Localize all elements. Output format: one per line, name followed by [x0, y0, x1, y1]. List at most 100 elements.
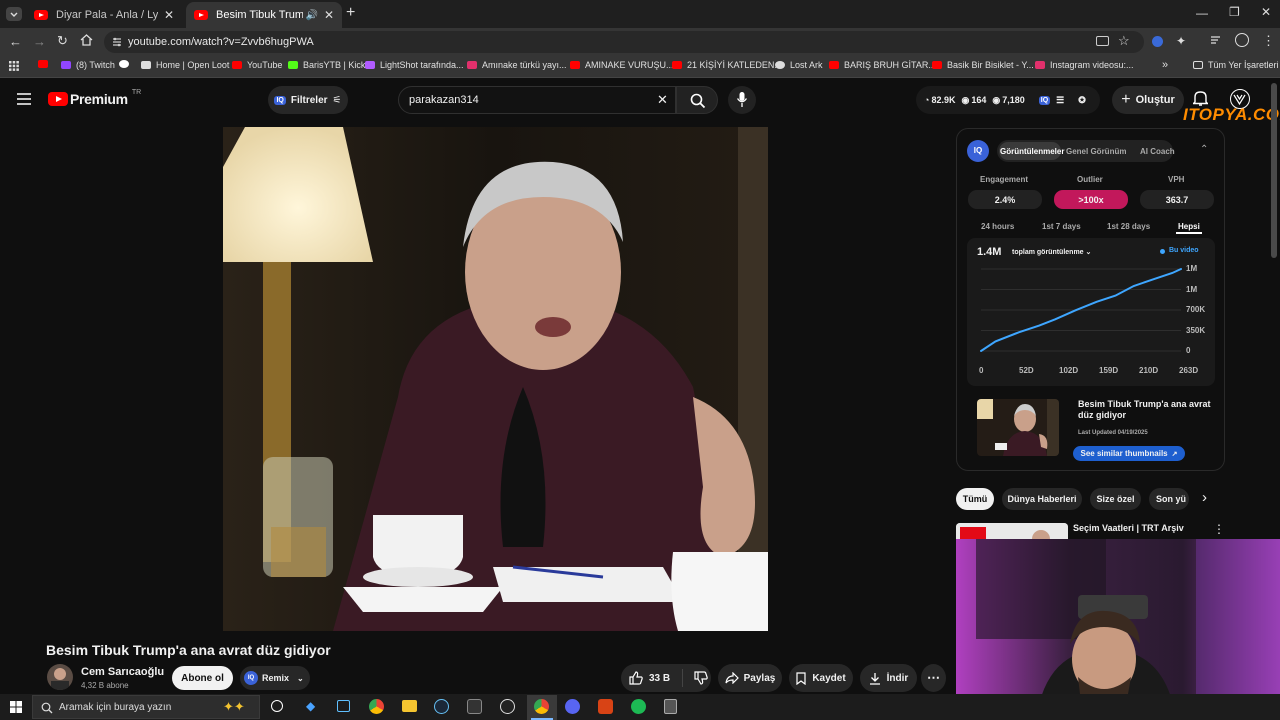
taskbar-spotify-icon[interactable] — [631, 699, 646, 714]
close-tab-icon[interactable]: ✕ — [324, 8, 334, 22]
tab-search-button[interactable] — [6, 7, 22, 21]
metric-select[interactable]: toplam görüntülenme ⌄ — [1012, 248, 1091, 256]
bookmark-star-icon[interactable]: ☆ — [1118, 33, 1130, 49]
download-icon — [869, 672, 880, 685]
chips-next-arrow-icon[interactable]: › — [1202, 489, 1207, 506]
range-all[interactable]: Hepsi — [1178, 222, 1200, 231]
taskbar-app-icon[interactable] — [467, 699, 482, 714]
reload-icon[interactable]: ↻ — [57, 33, 68, 49]
back-icon[interactable]: ← — [9, 34, 22, 49]
chip-world-news[interactable]: Dünya Haberleri — [1002, 488, 1082, 510]
tab-overview[interactable]: Genel Görünüm — [1066, 147, 1126, 156]
youtube-premium-logo[interactable]: Premium TR — [48, 88, 142, 107]
remix-button[interactable]: IQ Remix ⌄ — [240, 666, 310, 690]
recommendation-menu-icon[interactable]: ⋮ — [1213, 522, 1225, 536]
share-button[interactable]: Paylaş — [718, 664, 782, 692]
cortana-icon[interactable] — [271, 700, 283, 712]
iq-icon[interactable]: IQ — [1038, 95, 1051, 105]
video-thumbnail[interactable] — [977, 399, 1059, 456]
bookmark-item[interactable]: Instagram videosu:... — [1035, 60, 1134, 70]
bookmark-item[interactable]: (8) Twitch — [61, 60, 115, 70]
search-input[interactable]: parakazan314 ✕ — [398, 86, 676, 114]
bookmark-item[interactable] — [38, 60, 53, 68]
range-28d[interactable]: 1st 28 days — [1107, 222, 1150, 231]
new-tab-button[interactable]: + — [346, 4, 355, 22]
chip-all[interactable]: Tümü — [956, 488, 994, 510]
taskbar-chrome-active[interactable] — [527, 695, 557, 720]
close-window-button[interactable]: ✕ — [1261, 5, 1271, 19]
dislike-button[interactable] — [694, 671, 708, 685]
taskbar-search-box[interactable]: Aramak için buraya yazın ✦✦ — [32, 695, 260, 719]
collapse-chevron-icon[interactable]: ⌃ — [1200, 144, 1208, 155]
tab-2[interactable]: Besim Tibuk Trump'a ana av 🔊 ✕ — [186, 2, 342, 28]
bookmark-item[interactable]: Home | Open Loot — [141, 60, 229, 70]
apps-grid-icon[interactable] — [9, 61, 19, 71]
save-button[interactable]: Kaydet — [789, 664, 853, 692]
close-tab-icon[interactable]: ✕ — [164, 8, 174, 22]
bookmark-item[interactable]: AMINAKE VURUŞU... — [570, 60, 674, 70]
extension-icon[interactable] — [1152, 36, 1163, 47]
like-button[interactable]: 33 B — [629, 671, 670, 685]
filters-button[interactable]: IQ Filtreler ⚟ — [268, 86, 348, 114]
site-info-icon[interactable] — [111, 36, 123, 48]
legend-label: Bu video — [1169, 247, 1199, 254]
page-scrollbar[interactable] — [1271, 83, 1277, 258]
x-tick-label: 0 — [979, 366, 984, 375]
home-icon[interactable] — [80, 34, 93, 46]
list-icon[interactable]: ☰ — [1056, 95, 1064, 106]
taskbar-app-store-icon[interactable] — [337, 700, 350, 712]
bookmark-item[interactable]: BarisYTB | Kick — [288, 60, 365, 70]
see-similar-thumbnails-button[interactable]: See similar thumbnails ↗ — [1073, 446, 1185, 461]
download-button[interactable]: İndir — [860, 664, 917, 692]
badge-icon[interactable]: ✪ — [1078, 95, 1086, 106]
bookmark-item[interactable]: 21 KİŞİYİ KATLEDEN... — [672, 60, 782, 70]
video-player[interactable] — [223, 127, 768, 631]
hamburger-menu-icon[interactable] — [17, 93, 31, 105]
media-controls-icon[interactable] — [1210, 34, 1223, 46]
taskbar-chrome-icon[interactable] — [369, 699, 384, 714]
minimize-button[interactable]: — — [1196, 6, 1208, 20]
bookmark-item[interactable]: YouTube — [232, 60, 282, 70]
y-tick-label: 1M — [1186, 284, 1198, 294]
taskbar-discord-icon[interactable] — [565, 699, 580, 714]
channel-name[interactable]: Cem Sarıcaoğlu — [81, 666, 164, 678]
bookmark-item[interactable]: LightShot tarafında... — [365, 60, 464, 70]
chip-for-you[interactable]: Size özel — [1090, 488, 1141, 510]
tab-ai-coach[interactable]: AI Coach — [1140, 147, 1175, 156]
profile-avatar[interactable] — [1235, 33, 1249, 47]
more-actions-button[interactable]: ⋯ — [921, 664, 946, 692]
subscribe-button[interactable]: Abone ol — [172, 666, 233, 690]
range-7d[interactable]: 1st 7 days — [1042, 222, 1081, 231]
taskbar-app-vpn-icon[interactable]: ◆ — [306, 699, 315, 713]
all-bookmarks-folder[interactable]: Tüm Yer İşaretleri — [1193, 60, 1279, 70]
forward-icon[interactable]: → — [33, 34, 46, 49]
cast-icon[interactable] — [1096, 36, 1109, 46]
country-code: TR — [131, 88, 142, 96]
taskbar-steam-icon[interactable] — [434, 699, 449, 714]
windows-start-icon[interactable] — [10, 701, 22, 713]
taskbar-app-icon[interactable] — [500, 699, 515, 714]
bookmark-item[interactable]: BARIŞ BRUH GİTAR... — [829, 60, 936, 70]
bookmark-item[interactable] — [119, 60, 134, 68]
clear-search-icon[interactable]: ✕ — [657, 92, 668, 108]
voice-search-button[interactable] — [728, 86, 756, 114]
create-button[interactable]: + Oluştur — [1112, 86, 1184, 114]
taskbar-calculator-icon[interactable] — [664, 699, 677, 714]
tab-1[interactable]: Diyar Pala - Anla / Lyrics - Sözle ✕ — [26, 2, 182, 28]
taskbar-explorer-icon[interactable] — [402, 700, 417, 712]
range-24h[interactable]: 24 hours — [981, 222, 1014, 231]
maximize-button[interactable]: ❐ — [1229, 5, 1240, 19]
extensions-puzzle-icon[interactable]: ✦ — [1176, 34, 1186, 48]
chip-recent[interactable]: Son yü — [1149, 488, 1189, 510]
bookmark-item[interactable]: Amınake türkü yayı... — [467, 60, 567, 70]
audio-icon[interactable]: 🔊 — [305, 10, 317, 21]
browser-menu-icon[interactable]: ⋮ — [1262, 33, 1275, 49]
more-bookmarks-icon[interactable]: » — [1162, 59, 1168, 71]
taskbar-app-icon[interactable] — [598, 699, 613, 714]
recommendation-title[interactable]: Seçim Vaatleri | TRT Arşiv — [1073, 523, 1184, 533]
tab-views[interactable]: Görüntülenmeler — [1000, 147, 1064, 156]
channel-avatar[interactable] — [47, 664, 73, 690]
bookmark-item[interactable]: Lost Ark — [775, 60, 823, 70]
bookmark-item[interactable]: Basik Bir Bisiklet - Y... — [932, 60, 1034, 70]
search-button[interactable] — [676, 86, 718, 114]
